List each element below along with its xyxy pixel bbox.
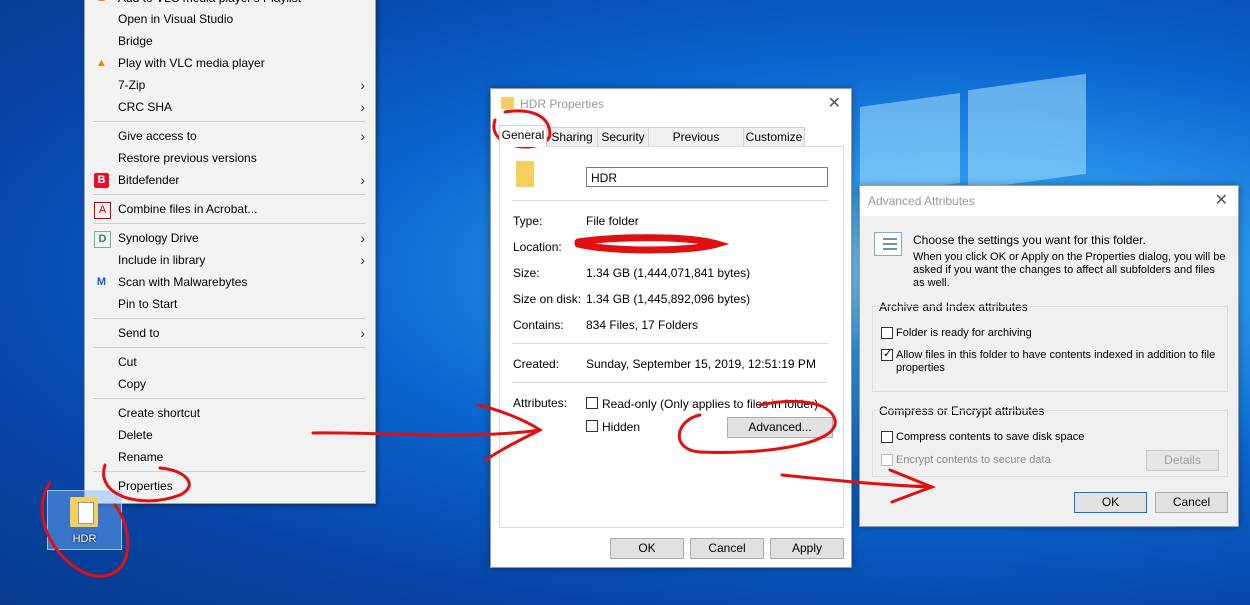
compress-checkbox[interactable] — [881, 431, 893, 443]
chevron-right-icon: › — [360, 128, 365, 144]
menu-item-send-to[interactable]: Send to › — [85, 322, 375, 344]
menu-item-cut[interactable]: Cut — [85, 351, 375, 373]
folder-icon — [501, 97, 514, 109]
cancel-button[interactable]: Cancel — [690, 538, 764, 559]
ok-button[interactable]: OK — [610, 538, 684, 559]
menu-separator — [93, 347, 365, 348]
vlc-icon: ▲ — [96, 57, 107, 69]
divider — [512, 382, 828, 383]
menu-separator — [93, 121, 365, 122]
divider — [512, 200, 828, 201]
cancel-button[interactable]: Cancel — [1155, 492, 1228, 513]
type-label: Type: — [513, 214, 543, 228]
desktop-folder-hdr[interactable]: HDR — [47, 490, 122, 550]
created-value: Sunday, September 15, 2019, 12:51:19 PM — [586, 357, 816, 371]
size-value: 1.34 GB (1,444,071,841 bytes) — [586, 266, 751, 280]
chevron-right-icon: › — [360, 252, 365, 268]
chevron-right-icon: › — [360, 99, 365, 115]
menu-separator — [93, 471, 365, 472]
encrypt-label: Encrypt contents to secure data — [896, 454, 1051, 466]
size-label: Size: — [513, 266, 540, 280]
context-menu: ▲ Add to VLC media player's Playlist Ope… — [84, 0, 376, 504]
tab-security[interactable]: Security — [597, 127, 649, 147]
encrypt-checkbox[interactable] — [881, 454, 893, 466]
menu-item-scan-malwarebytes[interactable]: M Scan with Malwarebytes — [85, 271, 375, 293]
menu-item-give-access[interactable]: Give access to › — [85, 125, 375, 147]
chevron-right-icon: › — [360, 325, 365, 341]
tab-customize[interactable]: Customize — [743, 127, 805, 147]
vlc-icon: ▲ — [94, 0, 109, 6]
divider — [512, 343, 828, 344]
advanced-button[interactable]: Advanced... — [727, 417, 833, 438]
menu-separator — [93, 223, 365, 224]
location-label: Location: — [513, 240, 562, 254]
attributes-label: Attributes: — [513, 396, 568, 410]
menu-item-7zip[interactable]: 7-Zip › — [85, 74, 375, 96]
menu-item-pin-start[interactable]: Pin to Start — [85, 293, 375, 315]
menu-item-combine-acrobat[interactable]: A Combine files in Acrobat... — [85, 198, 375, 220]
chevron-right-icon: › — [360, 172, 365, 188]
menu-item-crc-sha[interactable]: CRC SHA › — [85, 96, 375, 118]
intro-detail-text: When you click OK or Apply on the Proper… — [913, 251, 1226, 289]
menu-separator — [93, 398, 365, 399]
chevron-right-icon: › — [360, 230, 365, 246]
hidden-checkbox[interactable] — [586, 420, 598, 432]
close-icon[interactable]: ✕ — [828, 89, 841, 119]
tab-previous-versions[interactable]: Previous Versions — [648, 127, 744, 163]
menu-separator — [93, 318, 365, 319]
menu-item-delete[interactable]: Delete — [85, 424, 375, 446]
menu-item-copy[interactable]: Copy — [85, 373, 375, 395]
menu-item-include-library[interactable]: Include in library › — [85, 249, 375, 271]
created-label: Created: — [513, 357, 560, 371]
menu-item-bitdefender[interactable]: B Bitdefender › — [85, 169, 375, 191]
ok-button[interactable]: OK — [1074, 492, 1147, 513]
contains-label: Contains: — [513, 318, 564, 332]
folder-icon — [516, 161, 534, 187]
advanced-attributes-dialog: Advanced Attributes ✕ Choose the setting… — [859, 185, 1239, 527]
chevron-right-icon: › — [360, 77, 365, 93]
indexing-label: Allow files in this folder to have conte… — [896, 349, 1216, 374]
type-value: File folder — [586, 214, 639, 228]
hidden-label: Hidden — [602, 420, 641, 434]
archiving-label: Folder is ready for archiving — [896, 327, 1032, 339]
malwarebytes-icon: M — [96, 276, 107, 288]
properties-dialog: HDR Properties ✕ General Sharing Securit… — [490, 88, 852, 568]
details-button[interactable]: Details — [1146, 450, 1219, 471]
size-on-disk-label: Size on disk: — [513, 292, 582, 306]
menu-item-create-shortcut[interactable]: Create shortcut — [85, 402, 375, 424]
apply-button[interactable]: Apply — [770, 538, 844, 559]
general-panel: HDR Type: File folder Location: Size: 1.… — [499, 146, 844, 528]
menu-item-bridge[interactable]: Bridge — [85, 30, 375, 52]
title-bar: HDR Properties ✕ — [491, 89, 851, 119]
size-on-disk-value: 1.34 GB (1,445,892,096 bytes) — [586, 292, 751, 306]
acrobat-icon: A — [94, 202, 111, 219]
readonly-checkbox[interactable] — [586, 397, 598, 409]
compress-label: Compress contents to save disk space — [896, 431, 1085, 443]
archiving-checkbox[interactable] — [881, 327, 893, 339]
bitdefender-icon: B — [94, 173, 109, 188]
close-icon[interactable]: ✕ — [1215, 186, 1228, 216]
menu-separator — [93, 194, 365, 195]
intro-text: Choose the settings you want for this fo… — [913, 233, 1146, 247]
menu-item-rename[interactable]: Rename — [85, 446, 375, 468]
menu-item-open-visual-studio[interactable]: Open in Visual Studio — [85, 8, 375, 30]
folder-icon — [70, 497, 98, 527]
tab-general[interactable]: General — [499, 125, 547, 147]
readonly-label: Read-only (Only applies to files in fold… — [602, 397, 819, 411]
folder-name-input[interactable]: HDR — [586, 167, 828, 187]
attributes-list-icon — [874, 232, 902, 256]
tab-sharing[interactable]: Sharing — [546, 127, 598, 147]
title-bar: Advanced Attributes ✕ — [860, 186, 1238, 216]
menu-item-synology-drive[interactable]: D Synology Drive › — [85, 227, 375, 249]
menu-item-play-vlc[interactable]: ▲ Play with VLC media player — [85, 52, 375, 74]
indexing-checkbox[interactable] — [881, 347, 893, 361]
menu-item-restore-previous[interactable]: Restore previous versions — [85, 147, 375, 169]
synology-icon: D — [94, 231, 111, 248]
contains-value: 834 Files, 17 Folders — [586, 318, 699, 332]
menu-item-properties[interactable]: Properties — [85, 475, 375, 497]
